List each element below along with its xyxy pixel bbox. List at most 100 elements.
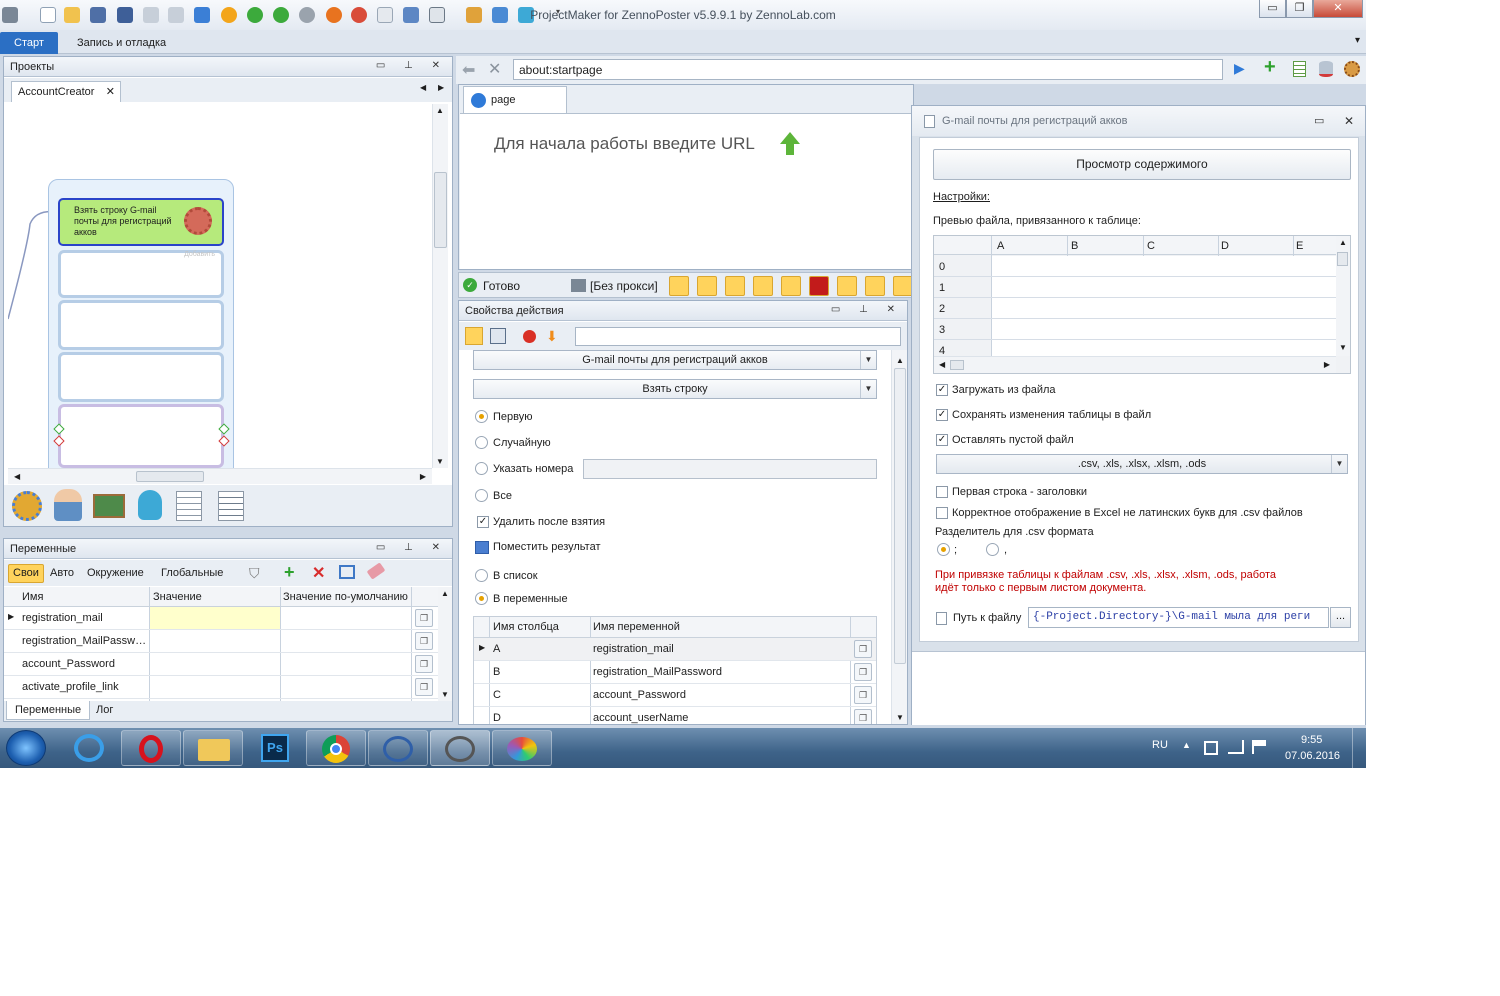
header-value[interactable]: Значение (153, 591, 202, 603)
lightning-icon[interactable] (781, 276, 801, 296)
placeholder-node[interactable]: Добавить (58, 250, 224, 298)
stop-loading-icon[interactable]: ✕ (488, 59, 501, 79)
photoshop-icon[interactable]: Ps (261, 734, 289, 762)
clock-time[interactable]: 9:55 (1301, 734, 1322, 746)
funnel-icon[interactable]: ⛉ (249, 565, 260, 582)
file-path-input[interactable]: {-Project.Directory-}\G-mail мыла для ре… (1028, 607, 1329, 628)
table-row[interactable]: ▶ A registration_mail ❐ (474, 638, 876, 661)
copy-icon[interactable]: ❐ (854, 709, 872, 724)
settings-gears-icon[interactable] (12, 491, 42, 521)
save-changes-checkbox[interactable]: ✓ (936, 409, 948, 421)
panel-controls[interactable]: ▭ ⊥ ✕ (376, 542, 448, 553)
add-action-icon[interactable]: + (1264, 56, 1276, 79)
network-icon[interactable] (1228, 740, 1244, 754)
database-icon[interactable] (1319, 61, 1333, 77)
radio-all[interactable] (475, 489, 488, 502)
restore-icon[interactable]: ▭ (1314, 114, 1324, 127)
placeholder-node[interactable] (58, 404, 224, 468)
maximize-button[interactable]: ❐ (1286, 0, 1313, 18)
load-from-file-checkbox[interactable]: ✓ (936, 384, 948, 396)
radio-to-list[interactable] (475, 569, 488, 582)
image-tool-icon[interactable] (669, 276, 689, 296)
table-row[interactable]: account_Password ❐ (4, 653, 438, 676)
header-name[interactable]: Имя (22, 591, 43, 603)
variable-value-cell[interactable] (150, 607, 280, 629)
preview-horizontal-scrollbar[interactable]: ◀ ▶ (934, 356, 1336, 373)
language-indicator[interactable]: RU (1152, 739, 1168, 751)
close-button[interactable]: ✕ (1313, 0, 1363, 18)
delete-variable-icon[interactable]: ✕ (312, 563, 325, 583)
notes-icon[interactable] (1293, 61, 1306, 77)
scroll-right-icon[interactable]: ▶ (438, 83, 444, 92)
header-default[interactable]: Значение по-умолчанию (283, 591, 408, 603)
taskbar-explorer[interactable] (183, 730, 243, 766)
numbers-input[interactable] (583, 459, 877, 479)
tab-start[interactable]: Старт (0, 32, 58, 54)
tab-variables[interactable]: Переменные (6, 701, 91, 720)
properties-view-icon[interactable] (465, 327, 483, 345)
tab-page[interactable]: page (463, 86, 567, 113)
tab-record-debug[interactable]: Запись и отладка (63, 32, 180, 54)
first-row-headers-checkbox[interactable] (936, 486, 948, 498)
table-row[interactable]: D account_userName ❐ (474, 707, 876, 724)
copy-icon[interactable]: ❐ (415, 609, 433, 627)
project-canvas[interactable]: Взять строку G-mail почты для регистраци… (8, 104, 432, 468)
excel-encoding-checkbox[interactable] (936, 507, 948, 519)
panel-controls[interactable]: ▭ ⊥ ✕ (376, 60, 448, 71)
file-format-select[interactable]: .csv, .xls, .xlsx, .xlsm, .ods ▼ (936, 454, 1348, 474)
taskbar-chrome[interactable] (306, 730, 366, 766)
properties-scrollbar[interactable]: ▲ ▼ (891, 350, 907, 724)
action-search-input[interactable] (575, 327, 901, 346)
copy-icon[interactable]: ❐ (415, 632, 433, 650)
copy-icon[interactable]: ❐ (854, 686, 872, 704)
table-icon[interactable] (176, 491, 202, 521)
edit-properties-icon[interactable] (490, 328, 506, 344)
copy-icon[interactable]: ❐ (415, 655, 433, 673)
variables-scrollbar[interactable]: ▲ ▼ (438, 587, 452, 701)
radio-to-variables[interactable] (475, 592, 488, 605)
tab-log[interactable]: Лог (96, 704, 113, 716)
filter-environment[interactable]: Окружение (87, 567, 144, 579)
music-icon[interactable] (893, 276, 913, 296)
radio-random[interactable] (475, 436, 488, 449)
copy-icon[interactable]: ❐ (415, 678, 433, 696)
show-desktop-button[interactable] (1352, 728, 1366, 768)
keep-empty-file-checkbox[interactable]: ✓ (936, 434, 948, 446)
filter-auto[interactable]: Авто (50, 567, 74, 579)
taskbar-opera[interactable] (121, 730, 181, 766)
marker-icon[interactable] (865, 276, 885, 296)
close-icon[interactable]: ✕ (1344, 114, 1354, 128)
table-row[interactable]: activate_profile_link ❐ (4, 676, 438, 699)
flash-icon[interactable] (809, 276, 829, 296)
windows-flag-icon[interactable] (1204, 741, 1218, 755)
copy-icon[interactable]: ❐ (854, 640, 872, 658)
down-arrow-icon[interactable]: ⬇ (546, 328, 558, 345)
operation-select[interactable]: Взять строку ▼ (473, 379, 877, 399)
ribbon-collapse-icon[interactable]: ▾ (1355, 35, 1360, 46)
radio-first[interactable] (475, 410, 488, 423)
taskbar-paint[interactable] (492, 730, 552, 766)
canvas-horizontal-scrollbar[interactable]: ◀ ▶ (8, 468, 432, 484)
table-select[interactable]: G-mail почты для регистраций акков ▼ (473, 350, 877, 370)
action-center-icon[interactable] (1252, 740, 1266, 754)
url-input[interactable]: about:startpage (513, 59, 1223, 80)
chalkboard-icon[interactable] (93, 494, 125, 518)
placeholder-node[interactable] (58, 352, 224, 402)
copy-icon[interactable]: ❐ (854, 663, 872, 681)
canvas-vertical-scrollbar[interactable]: ▲ ▼ (432, 104, 448, 468)
user-icon[interactable] (54, 489, 82, 521)
screen-tool-icon[interactable] (837, 276, 857, 296)
tray-expand-icon[interactable]: ▲ (1182, 740, 1191, 750)
frame-tool-icon[interactable] (725, 276, 745, 296)
table-row[interactable]: B registration_MailPassword ❐ (474, 661, 876, 684)
minimize-button[interactable]: ▭ (1259, 0, 1286, 18)
preview-vertical-scrollbar[interactable]: ▲ ▼ (1336, 236, 1350, 356)
placeholder-node[interactable] (58, 300, 224, 350)
radio-numbers[interactable] (475, 462, 488, 475)
close-tab-icon[interactable]: ✕ (106, 85, 115, 98)
header-column-name[interactable]: Имя столбца (493, 621, 559, 633)
settings-link[interactable]: Настройки: (933, 191, 990, 203)
clock-date[interactable]: 07.06.2016 (1285, 750, 1340, 762)
copy-variable-icon[interactable] (339, 565, 355, 579)
proxy-icon[interactable] (571, 279, 586, 292)
